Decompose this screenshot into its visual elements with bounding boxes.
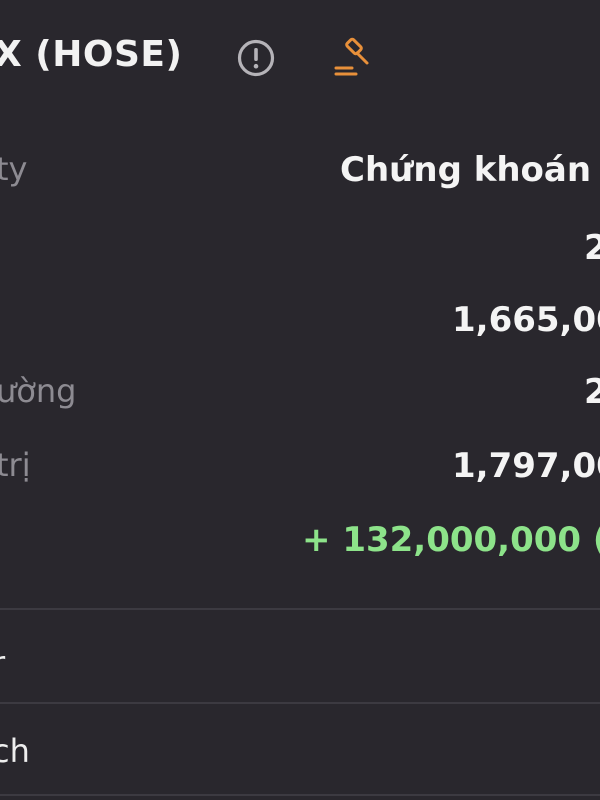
row5-value: 1,797,00 [452,446,600,486]
stock-detail-screen: X (HOSE) ty Chứng khoán V 2 1,665,00 ườn… [0,0,600,800]
row4-value: 2 [584,372,600,412]
auction-button[interactable] [332,34,378,80]
divider-middle [0,702,600,704]
gavel-icon [334,37,369,76]
row5-label: trị [0,446,31,484]
exclamation-circle-icon [237,39,275,77]
row2-value: 2 [584,228,600,268]
row4-label: ường [0,372,77,410]
info-button[interactable] [236,38,276,78]
profit-loss-value: + 132,000,000 (7 [302,520,600,560]
company-value: Chứng khoán V [340,150,600,190]
company-label: ty [0,150,28,188]
divider-bottom [0,794,600,796]
row3-value: 1,665,00 [452,300,600,340]
divider-top [0,608,600,610]
stock-symbol-title: X (HOSE) [0,34,183,75]
section-first-item[interactable]: r [0,644,5,682]
section-second-item[interactable]: ch [0,732,30,770]
